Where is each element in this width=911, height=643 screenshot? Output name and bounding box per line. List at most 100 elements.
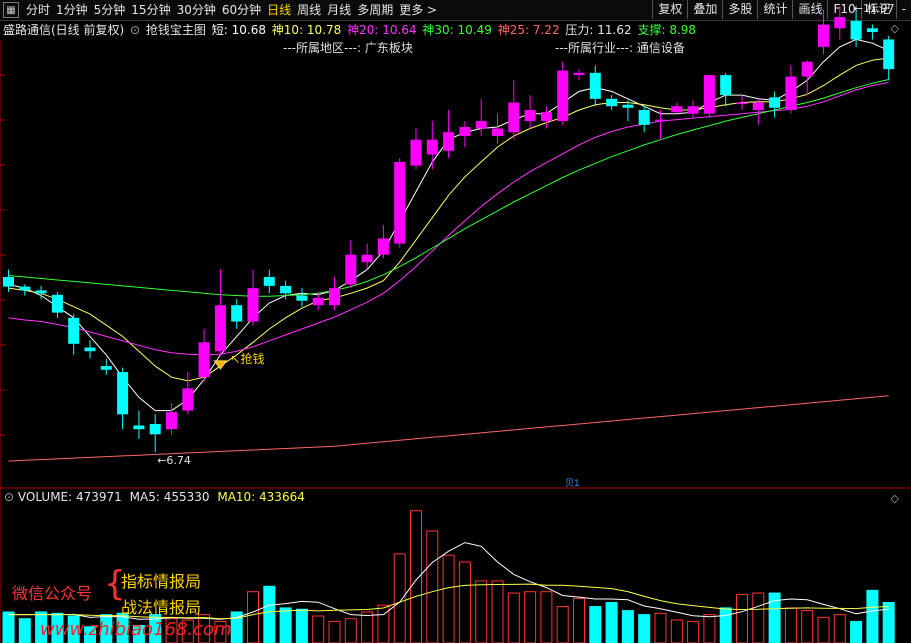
volume-bar <box>507 592 520 643</box>
volume-bar <box>475 580 488 643</box>
candle-body <box>345 254 357 285</box>
candle-body <box>247 288 259 322</box>
watermark-site: www.zhibiao168.com <box>40 619 232 640</box>
signal-label: ↖抢钱 <box>230 351 264 366</box>
volume-bar <box>638 614 651 643</box>
candle-body <box>540 112 552 122</box>
candle-body <box>35 290 47 294</box>
candle-body <box>312 297 324 306</box>
high-price-label: ←11.97 <box>854 2 895 15</box>
candle-body <box>68 317 80 344</box>
volume-bar <box>736 593 748 643</box>
candle-body <box>736 102 748 105</box>
candle-body <box>475 121 487 129</box>
volume-bar <box>573 597 585 643</box>
candle-body <box>638 109 650 125</box>
candle-body <box>671 106 683 113</box>
price-chart[interactable]: ←11.97 ←6.74 ↖抢钱贝1 <box>0 0 911 643</box>
volume-bar <box>410 510 422 643</box>
candle-body <box>866 28 878 33</box>
candle-body <box>818 24 829 47</box>
volume-bar <box>654 612 667 643</box>
low-price-label: ←6.74 <box>157 454 191 467</box>
volume-bar <box>540 591 553 643</box>
candle-body <box>19 286 31 291</box>
volume-bar <box>670 619 683 643</box>
candle-body <box>117 372 129 415</box>
candle-body <box>883 39 895 70</box>
watermark-wechat: 微信公众号 <box>12 584 93 603</box>
volume-bar <box>263 585 276 643</box>
candle-body <box>687 106 699 114</box>
volume-bar <box>524 591 537 643</box>
candle-body <box>3 276 14 287</box>
volume-value: VOLUME: 473971 <box>17 490 122 504</box>
candle-body <box>622 104 634 108</box>
volume-dropdown-icon[interactable]: ⊙ <box>4 490 14 504</box>
volume-ma5: MA5: 455330 <box>129 490 210 504</box>
candle-body <box>769 97 781 108</box>
candle-body <box>198 342 210 378</box>
volume-ma10: MA10: 433664 <box>217 490 305 504</box>
candle-body <box>51 294 63 313</box>
volume-bar <box>491 580 504 643</box>
candle-body <box>834 17 846 29</box>
volume-bar <box>247 591 259 643</box>
candle-body <box>655 119 666 122</box>
volume-bar <box>426 530 439 643</box>
date-marker: 贝1 <box>565 478 580 489</box>
candle-body <box>752 102 764 110</box>
volume-bar <box>687 620 700 643</box>
volume-bar <box>817 616 830 643</box>
candle-body <box>785 76 797 110</box>
candle-body <box>410 139 422 166</box>
volume-bar <box>458 561 471 643</box>
candle-body <box>166 412 177 430</box>
candle-body <box>426 139 438 155</box>
watermark-line1: 指标情报局 <box>121 572 202 591</box>
volume-bar <box>605 602 618 643</box>
volume-bar <box>752 592 765 643</box>
volume-bar <box>393 553 406 643</box>
watermark-line2: 战法情报局 <box>121 598 202 617</box>
volume-bar <box>850 620 863 643</box>
candle-body <box>280 285 292 294</box>
candle-body <box>361 254 373 263</box>
candle-body <box>231 305 243 322</box>
volume-info-bar: ⊙ VOLUME: 473971 MA5: 455330 MA10: 43366… <box>0 490 305 506</box>
volume-bar <box>442 554 455 643</box>
candle-body <box>377 238 389 255</box>
candle-body <box>100 366 112 370</box>
volume-bar <box>312 615 325 643</box>
candle-body <box>296 295 308 301</box>
volume-bar <box>18 618 31 643</box>
candle-body <box>149 423 161 435</box>
volume-bar <box>719 607 732 643</box>
candle-body <box>133 425 145 430</box>
volume-bar <box>279 607 292 643</box>
volume-bar <box>2 611 15 643</box>
candle-body <box>182 388 194 411</box>
volume-bar <box>882 602 895 643</box>
volume-bar <box>833 614 846 643</box>
candle-body <box>214 305 226 352</box>
volume-bar <box>801 610 814 643</box>
volume-bar <box>344 618 357 643</box>
candle-body <box>573 72 585 76</box>
candle-body <box>557 70 569 122</box>
candle-body <box>263 276 275 286</box>
volume-bar <box>703 614 716 643</box>
candle-body <box>84 347 96 352</box>
candle-body <box>801 61 813 77</box>
candle-body <box>524 109 536 122</box>
candle-body <box>394 161 406 244</box>
signal-diamond-icon <box>213 360 228 370</box>
candle-body <box>606 98 618 107</box>
volume-bar <box>328 620 341 643</box>
volume-bar <box>377 604 390 643</box>
volume-bar <box>361 611 374 643</box>
candle-body <box>329 288 340 306</box>
candle-body <box>589 72 601 99</box>
candle-body <box>443 132 455 151</box>
volume-bar <box>589 606 602 643</box>
